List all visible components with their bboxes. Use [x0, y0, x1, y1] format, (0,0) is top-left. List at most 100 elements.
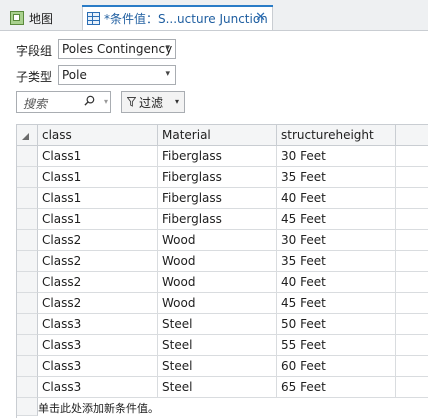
cell-class[interactable]: Class2 [38, 230, 158, 251]
cell-structureheight[interactable]: 45 Feet [277, 209, 396, 230]
cell-structureheight[interactable]: 35 Feet [277, 167, 396, 188]
subtype-label: 子类型 [16, 70, 53, 84]
cell-class[interactable]: Class2 [38, 293, 158, 314]
column-header-empty [396, 125, 428, 146]
filter-label: 过滤 [139, 95, 164, 110]
column-header-material[interactable]: Material [158, 125, 277, 146]
row-selector[interactable] [17, 188, 38, 209]
cell-material[interactable]: Fiberglass [158, 146, 277, 167]
search-placeholder: 搜索 [23, 97, 48, 111]
cell-material[interactable]: Steel [158, 335, 277, 356]
cell-empty [396, 356, 428, 377]
cell-empty [396, 230, 428, 251]
tab-map[interactable]: 地图 [10, 6, 82, 30]
row-selector[interactable] [17, 146, 38, 167]
cell-class[interactable]: Class3 [38, 377, 158, 398]
table-row[interactable]: Class2 Wood 35 Feet [17, 251, 428, 272]
cell-class[interactable]: Class1 [38, 188, 158, 209]
cell-class[interactable]: Class1 [38, 146, 158, 167]
cell-material[interactable]: Fiberglass [158, 188, 277, 209]
row-selector[interactable] [17, 230, 38, 251]
table-row[interactable]: Class1 Fiberglass 35 Feet [17, 167, 428, 188]
cell-structureheight[interactable]: 35 Feet [277, 251, 396, 272]
cell-structureheight[interactable]: 30 Feet [277, 146, 396, 167]
column-header-class[interactable]: class [38, 125, 158, 146]
cell-empty [396, 377, 428, 398]
filter-icon [127, 97, 136, 107]
cell-material[interactable]: Wood [158, 293, 277, 314]
table-row[interactable]: Class3 Steel 65 Feet [17, 377, 428, 398]
cell-material[interactable]: Steel [158, 314, 277, 335]
select-all-corner[interactable] [17, 125, 38, 146]
cell-structureheight[interactable]: 50 Feet [277, 314, 396, 335]
subtype-value: Pole [62, 68, 87, 82]
cell-structureheight[interactable]: 45 Feet [277, 293, 396, 314]
cell-empty [396, 272, 428, 293]
cell-empty [396, 293, 428, 314]
cell-material[interactable]: Steel [158, 356, 277, 377]
cell-class[interactable]: Class3 [38, 335, 158, 356]
cell-empty [396, 167, 428, 188]
cell-material[interactable]: Fiberglass [158, 209, 277, 230]
chevron-down-icon: ▾ [174, 97, 179, 106]
table-row[interactable]: Class1 Fiberglass 40 Feet [17, 188, 428, 209]
condition-values-table: class Material structureheight Class1 Fib… [16, 124, 428, 418]
table-row[interactable]: Class2 Wood 30 Feet [17, 230, 428, 251]
row-selector[interactable] [17, 209, 38, 230]
search-icon [84, 95, 95, 106]
field-group-label: 字段组 [16, 44, 53, 58]
cell-empty [396, 209, 428, 230]
cell-material[interactable]: Fiberglass [158, 167, 277, 188]
close-icon[interactable]: ✕ [255, 10, 266, 25]
cell-material[interactable]: Wood [158, 230, 277, 251]
search-input[interactable]: 搜索 ▾ [16, 91, 111, 113]
cell-structureheight[interactable]: 40 Feet [277, 272, 396, 293]
search-options-chevron-icon[interactable]: ▾ [104, 97, 108, 106]
table-row[interactable]: Class1 Fiberglass 45 Feet [17, 209, 428, 230]
cell-class[interactable]: Class1 [38, 209, 158, 230]
chevron-down-icon: ▾ [165, 43, 170, 53]
table-row[interactable]: Class2 Wood 45 Feet [17, 293, 428, 314]
table-row[interactable]: Class2 Wood 40 Feet [17, 272, 428, 293]
select-all-icon [22, 133, 29, 140]
row-selector[interactable] [17, 272, 38, 293]
cell-structureheight[interactable]: 55 Feet [277, 335, 396, 356]
cell-class[interactable]: Class2 [38, 251, 158, 272]
cell-structureheight[interactable]: 30 Feet [277, 230, 396, 251]
cell-empty [396, 188, 428, 209]
cell-structureheight[interactable]: 65 Feet [277, 377, 396, 398]
table-row[interactable]: Class3 Steel 55 Feet [17, 335, 428, 356]
row-selector[interactable] [17, 335, 38, 356]
row-selector[interactable] [17, 356, 38, 377]
table-row[interactable]: Class3 Steel 50 Feet [17, 314, 428, 335]
cell-class[interactable]: Class2 [38, 272, 158, 293]
tab-bar: 地图 *条件值：S...ucture Junction ✕ [0, 0, 428, 31]
cell-material[interactable]: Wood [158, 251, 277, 272]
cell-structureheight[interactable]: 60 Feet [277, 356, 396, 377]
cell-class[interactable]: Class3 [38, 314, 158, 335]
cell-class[interactable]: Class1 [38, 167, 158, 188]
table-row[interactable]: Class3 Steel 60 Feet [17, 356, 428, 377]
row-selector[interactable] [17, 398, 38, 416]
row-selector[interactable] [17, 293, 38, 314]
map-icon [10, 11, 24, 25]
add-row[interactable]: 单击此处添加新条件值。 [17, 398, 428, 416]
table-row[interactable]: Class1 Fiberglass 30 Feet [17, 146, 428, 167]
row-selector[interactable] [17, 377, 38, 398]
row-selector[interactable] [17, 167, 38, 188]
column-header-structureheight[interactable]: structureheight [277, 125, 396, 146]
field-group-dropdown[interactable]: Poles Contingency ▾ [58, 39, 176, 59]
tab-map-label: 地图 [29, 11, 54, 26]
tab-condition-values-label: *条件值：S...ucture Junction [104, 11, 268, 26]
cell-class[interactable]: Class3 [38, 356, 158, 377]
tab-condition-values[interactable]: *条件值：S...ucture Junction ✕ [82, 5, 273, 30]
field-group-value: Poles Contingency [62, 42, 173, 56]
row-selector[interactable] [17, 314, 38, 335]
cell-material[interactable]: Wood [158, 272, 277, 293]
filter-button[interactable]: 过滤 ▾ [121, 91, 185, 113]
cell-empty [396, 146, 428, 167]
row-selector[interactable] [17, 251, 38, 272]
cell-structureheight[interactable]: 40 Feet [277, 188, 396, 209]
subtype-dropdown[interactable]: Pole ▾ [58, 65, 176, 85]
cell-material[interactable]: Steel [158, 377, 277, 398]
